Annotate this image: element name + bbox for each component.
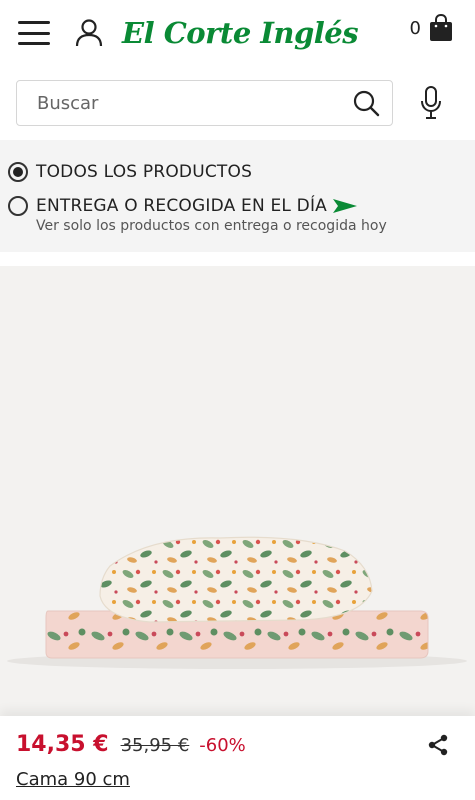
filter-same-day-description: Ver solo los productos con entrega o rec… <box>36 218 387 234</box>
filter-same-day[interactable]: ENTREGA O RECOGIDA EN EL DÍA <box>8 196 467 216</box>
search-input[interactable] <box>37 92 317 114</box>
product-info: 14,35 € 35,95 € -60% Cama 90 cm <box>0 716 475 800</box>
radio-same-day[interactable] <box>8 196 28 216</box>
header: El Corte Inglés 0 <box>0 0 475 66</box>
cart-button[interactable]: 0 <box>410 14 453 42</box>
current-price: 14,35 € <box>16 732 109 757</box>
product-image[interactable] <box>0 266 475 716</box>
filter-same-day-label: ENTREGA O RECOGIDA EN EL DÍA <box>36 196 328 216</box>
cart-count: 0 <box>409 17 421 39</box>
search-box[interactable] <box>16 80 393 126</box>
search-row <box>0 66 475 126</box>
hamburger-menu-icon[interactable] <box>18 21 50 45</box>
search-icon[interactable] <box>352 89 380 117</box>
brand-logo[interactable]: El Corte Inglés <box>122 16 359 50</box>
microphone-icon[interactable] <box>419 86 443 120</box>
share-icon[interactable] <box>427 734 449 756</box>
user-icon[interactable] <box>74 18 104 48</box>
radio-all-products[interactable] <box>8 162 28 182</box>
shopping-bag-icon <box>430 14 452 41</box>
size-option-link[interactable]: Cama 90 cm <box>16 769 130 790</box>
filter-all-products-label: TODOS LOS PRODUCTOS <box>36 162 253 182</box>
bedding-set-illustration <box>7 536 467 669</box>
delivery-filters: TODOS LOS PRODUCTOS ENTREGA O RECOGIDA E… <box>0 140 475 252</box>
price-row: 14,35 € 35,95 € -60% <box>16 732 459 757</box>
filter-all-products[interactable]: TODOS LOS PRODUCTOS <box>8 162 467 182</box>
arrow-flag-icon <box>333 199 358 213</box>
original-price: 35,95 € <box>120 735 190 756</box>
discount-badge: -60% <box>199 735 246 756</box>
